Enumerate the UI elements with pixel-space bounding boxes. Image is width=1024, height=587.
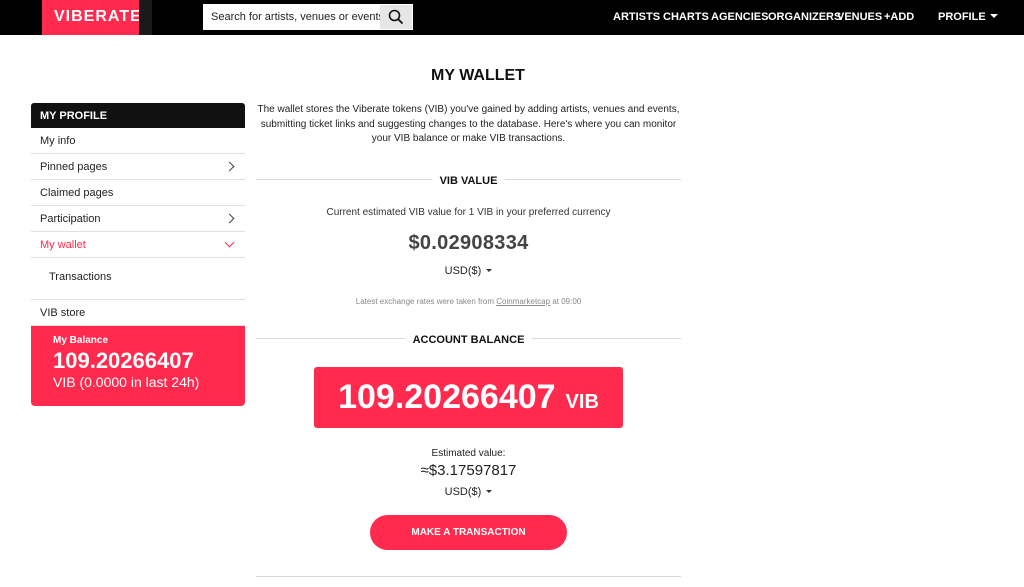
estimated-value-label: Estimated value:: [431, 447, 506, 459]
profile-sidebar: MY PROFILE My info Pinned pages Claimed …: [31, 103, 245, 406]
sidebar-subitem-transactions[interactable]: Transactions: [31, 258, 245, 300]
chevron-right-icon: [224, 213, 235, 224]
my-balance-card: My Balance 109.20266407 VIB (0.0000 in l…: [31, 326, 245, 406]
logo-text: VIBERATE: [54, 8, 142, 25]
wallet-intro-text: The wallet stores the Viberate tokens (V…: [257, 104, 680, 144]
chevron-down-icon: [224, 237, 235, 248]
currency-select[interactable]: USD($): [256, 486, 681, 498]
sidebar-item-pinned-pages[interactable]: Pinned pages: [31, 154, 245, 180]
wallet-main: The wallet stores the Viberate tokens (V…: [256, 103, 681, 550]
caret-down-icon: [486, 489, 493, 493]
coinmarketcap-link[interactable]: Coinmarketcap: [496, 297, 550, 306]
search-button[interactable]: [380, 5, 412, 29]
divider: [256, 576, 681, 577]
source-suffix: at 09:00: [552, 296, 582, 306]
beta-badge: [139, 0, 152, 35]
sidebar-item-label: My wallet: [40, 239, 86, 251]
sidebar-item-claimed-pages[interactable]: Claimed pages: [31, 180, 245, 206]
nav-profile-menu[interactable]: PROFILE: [938, 11, 998, 23]
nav-agencies[interactable]: AGENCIES: [711, 11, 768, 23]
vib-value-note: Current estimated VIB value for 1 VIB in…: [326, 206, 611, 218]
nav-add[interactable]: +ADD: [884, 11, 914, 23]
exchange-rate-source: Latest exchange rates were taken from Co…: [256, 297, 681, 306]
sidebar-item-label: Pinned pages: [40, 161, 108, 173]
sidebar-item-label: VIB store: [40, 307, 86, 319]
balance-change: VIB (0.0000 in last 24h): [53, 374, 200, 390]
currency-label: USD($): [444, 485, 482, 498]
account-balance-value: 109.20266407: [338, 377, 556, 416]
sidebar-item-vib-store[interactable]: VIB store: [31, 300, 245, 326]
viberate-logo[interactable]: VIBERATE: [42, 0, 152, 35]
sidebar-item-my-wallet[interactable]: My wallet: [31, 232, 245, 258]
sidebar-item-label: Claimed pages: [40, 187, 114, 199]
caret-down-icon: [989, 14, 998, 18]
estimated-value: ≈$3.17597817: [420, 461, 517, 479]
currency-select[interactable]: USD($): [256, 265, 681, 277]
vib-value-heading: VIB VALUE: [256, 171, 681, 187]
top-navigation-bar: VIBERATE ARTISTS CHARTS AGENCIES ORGANIZ…: [0, 0, 1024, 35]
balance-label: My Balance: [53, 335, 109, 346]
search-icon: [388, 9, 404, 25]
search-input[interactable]: [204, 5, 380, 29]
caret-down-icon: [486, 268, 493, 272]
sidebar-subitem-label: Transactions: [49, 271, 112, 283]
account-balance-unit: VIB: [565, 390, 599, 413]
sidebar-item-label: Participation: [40, 213, 101, 225]
nav-charts[interactable]: CHARTS: [663, 11, 709, 23]
nav-artists[interactable]: ARTISTS: [613, 11, 660, 23]
nav-profile-label: PROFILE: [938, 11, 986, 23]
search-box: [203, 4, 413, 30]
section-title: VIB VALUE: [431, 174, 506, 187]
page-title: MY WALLET: [431, 67, 525, 84]
section-title: ACCOUNT BALANCE: [404, 333, 533, 346]
make-transaction-button[interactable]: MAKE A TRANSACTION: [370, 514, 567, 550]
sidebar-item-my-info[interactable]: My info: [31, 128, 245, 154]
vib-value: $0.02908334: [408, 231, 529, 254]
account-balance-heading: ACCOUNT BALANCE: [256, 330, 681, 346]
balance-value: 109.20266407: [53, 348, 194, 373]
source-prefix: Latest exchange rates were taken from: [355, 296, 495, 306]
account-balance-box: 109.20266407 VIB: [314, 366, 623, 428]
currency-label: USD($): [444, 264, 482, 277]
chevron-right-icon: [224, 161, 235, 172]
sidebar-heading: MY PROFILE: [31, 103, 245, 128]
sidebar-item-participation[interactable]: Participation: [31, 206, 245, 232]
nav-venues[interactable]: VENUES: [837, 11, 882, 23]
nav-organizers[interactable]: ORGANIZERS: [768, 11, 841, 23]
sidebar-item-label: My info: [40, 135, 76, 147]
